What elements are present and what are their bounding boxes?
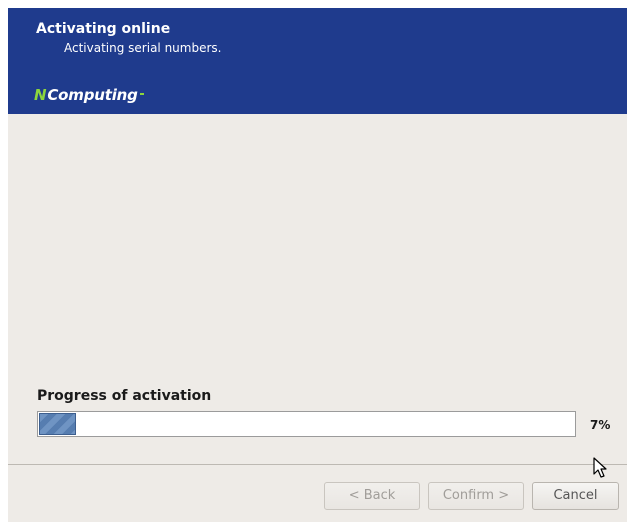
progress-label: Progress of activation bbox=[37, 388, 212, 404]
confirm-button[interactable]: Confirm > bbox=[428, 482, 524, 510]
progress-percent: 7% bbox=[590, 418, 611, 432]
page-subtitle: Activating serial numbers. bbox=[64, 41, 222, 55]
button-area-divider bbox=[8, 464, 627, 465]
logo-dash bbox=[139, 93, 144, 95]
ncomputing-logo: NComputing bbox=[34, 86, 144, 104]
activation-wizard-window: Activating online Activating serial numb… bbox=[8, 8, 627, 522]
logo-mark: N bbox=[34, 86, 47, 104]
logo-text: Computing bbox=[47, 86, 138, 104]
cancel-button[interactable]: Cancel bbox=[532, 482, 619, 510]
back-button[interactable]: < Back bbox=[324, 482, 420, 510]
page-title: Activating online bbox=[36, 21, 171, 37]
arrow-pointer-icon bbox=[593, 457, 607, 478]
wizard-header: Activating online Activating serial numb… bbox=[8, 8, 627, 114]
progress-bar-fill bbox=[39, 413, 76, 435]
activation-progress-bar bbox=[37, 411, 576, 437]
